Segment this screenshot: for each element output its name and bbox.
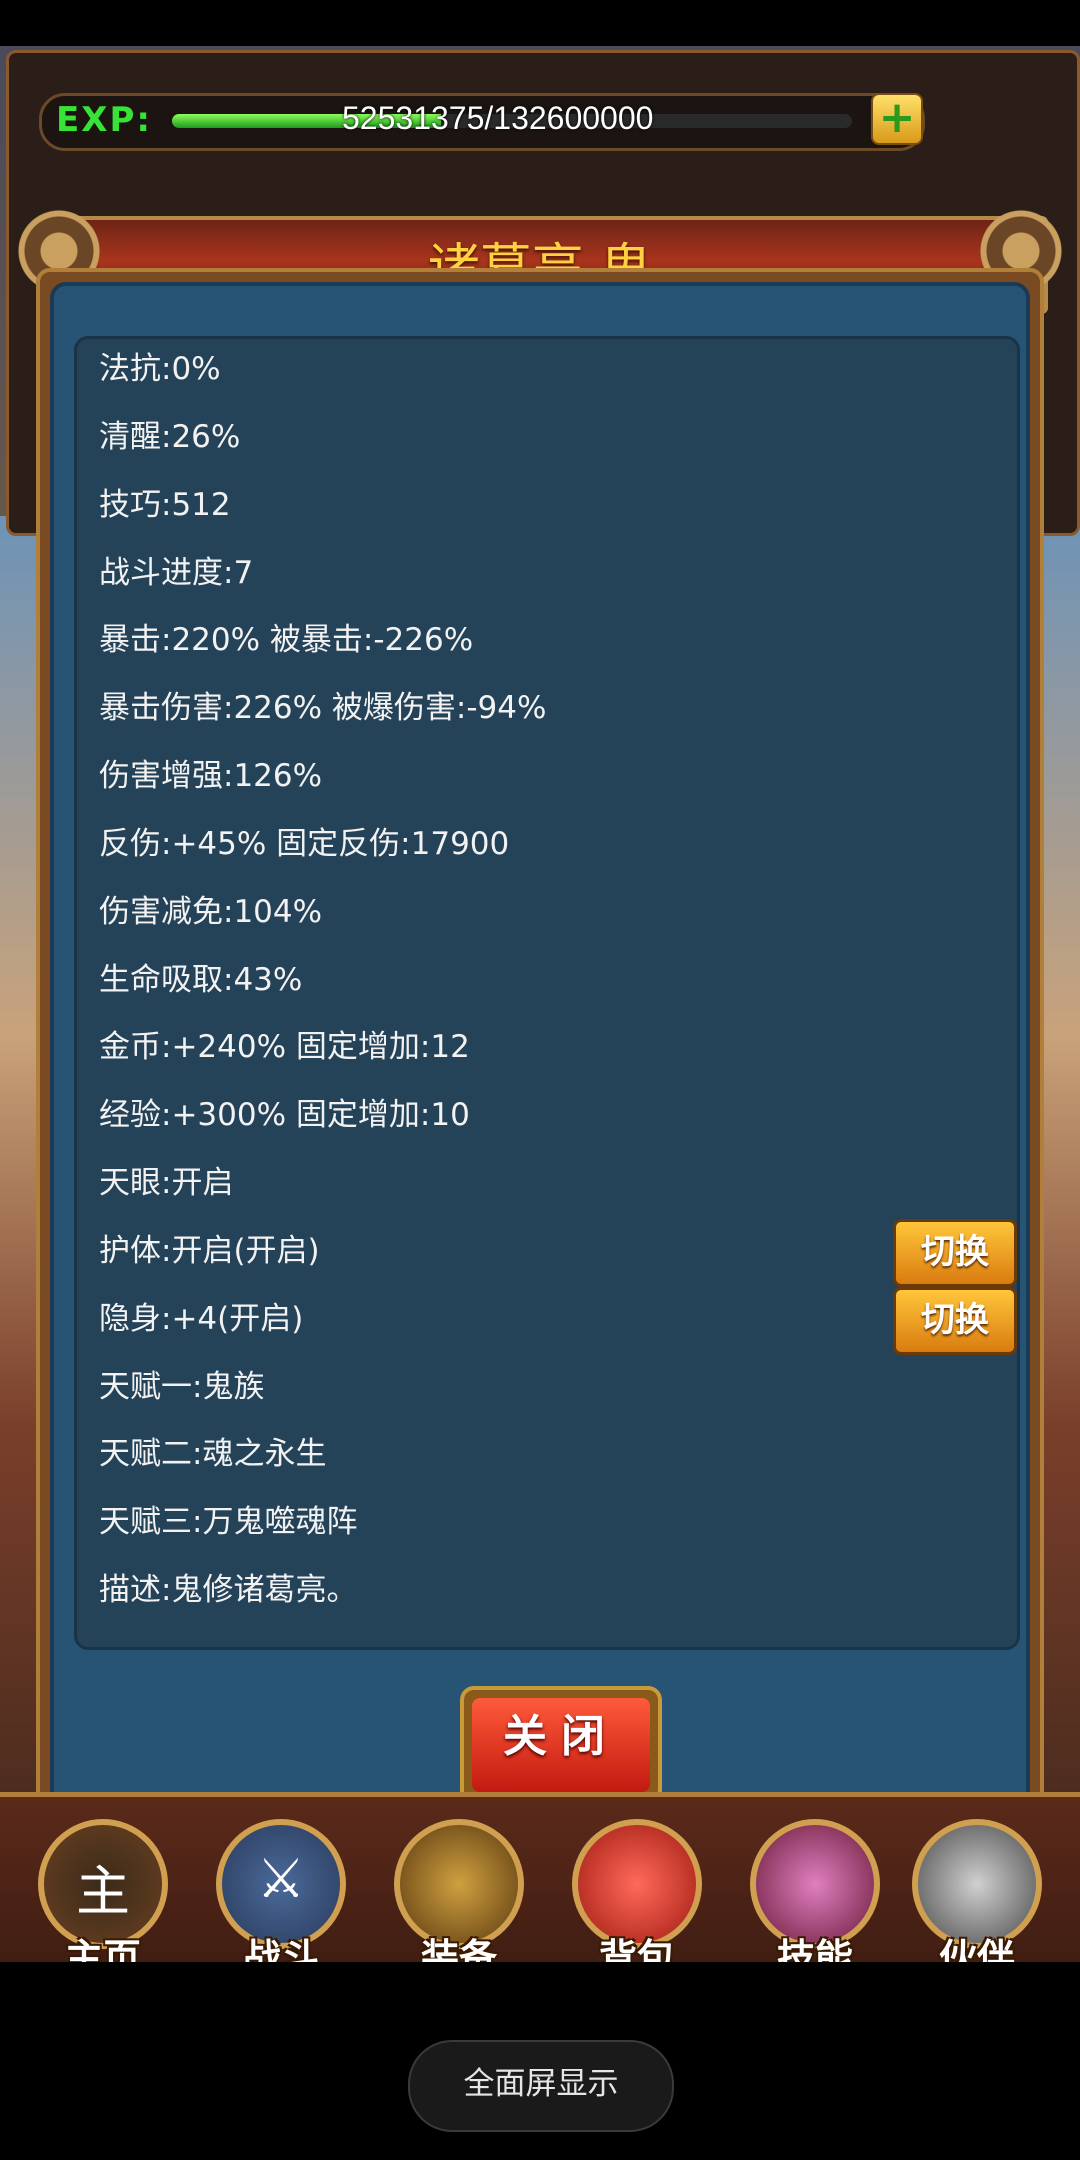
stat-row: 天眼:开启	[99, 1165, 234, 1201]
stat-row: 伤害减免:104%	[99, 894, 323, 930]
stats-panel: 法抗:0% 清醒:26% 技巧:512 战斗进度:7 暴击:220% 被暴击:-…	[74, 336, 1020, 1650]
stat-row: 天赋二:魂之永生	[99, 1436, 327, 1472]
stat-row: 技巧:512	[99, 487, 231, 523]
stat-row: 战斗进度:7	[99, 555, 254, 591]
nav-bag[interactable]: 背包	[562, 1809, 712, 1962]
stat-row: 天赋一:鬼族	[99, 1369, 265, 1405]
close-button[interactable]: 关闭	[460, 1686, 662, 1804]
close-button-label: 关闭	[472, 1698, 650, 1792]
nav-label: 战斗	[242, 1936, 319, 1962]
nav-equipment[interactable]: 装备	[384, 1809, 534, 1962]
nav-label: 背包	[598, 1936, 675, 1962]
stat-row: 经验:+300% 固定增加:10	[99, 1097, 470, 1133]
character-info-dialog: 法抗:0% 清醒:26% 技巧:512 战斗进度:7 暴击:220% 被暴击:-…	[36, 268, 1044, 1820]
stat-row: 天赋三:万鬼噬魂阵	[99, 1504, 358, 1540]
nav-partner[interactable]: 伙伴	[902, 1809, 1052, 1962]
dialog-inner: 法抗:0% 清醒:26% 技巧:512 战斗进度:7 暴击:220% 被暴击:-…	[50, 282, 1030, 1806]
stat-row: 清醒:26%	[99, 419, 241, 455]
stat-row-protection: 护体:开启(开启)	[99, 1233, 320, 1269]
stat-row: 伤害增强:126%	[99, 758, 323, 794]
stat-row: 法抗:0%	[99, 351, 221, 387]
stat-row-stealth: 隐身:+4(开启)	[99, 1301, 304, 1337]
nav-home[interactable]: 主 主页	[28, 1809, 178, 1962]
nav-skill[interactable]: 技能	[740, 1809, 890, 1962]
plus-icon[interactable]: +	[871, 93, 923, 145]
stealth-switch-button[interactable]: 切换	[893, 1287, 1017, 1355]
nav-label: 主页	[64, 1936, 141, 1962]
nav-label: 伙伴	[938, 1936, 1015, 1962]
background-scenery-left	[0, 516, 40, 1816]
nav-label: 技能	[776, 1936, 853, 1962]
stat-row: 暴击:220% 被暴击:-226%	[99, 622, 474, 658]
stat-row: 暴击伤害:226% 被爆伤害:-94%	[99, 690, 547, 726]
battle-glyph: ⚔	[256, 1847, 306, 1910]
nav-battle[interactable]: ⚔ 战斗	[206, 1809, 356, 1962]
stat-row: 生命吸取:43%	[99, 962, 303, 998]
protection-switch-button[interactable]: 切换	[893, 1219, 1017, 1287]
stat-row: 反伤:+45% 固定反伤:17900	[99, 826, 510, 862]
stat-row: 描述:鬼修诸葛亮。	[99, 1572, 358, 1608]
fullscreen-display-button[interactable]: 全面屏显示	[408, 2040, 674, 2132]
game-screen: EXP: 52531375/132600000 + 诸葛亮.鬼 法抗:0% 清醒…	[0, 46, 1080, 1962]
nav-label: 装备	[420, 1936, 497, 1962]
background-scenery-right	[1040, 516, 1080, 1816]
exp-value: 52531375/132600000	[342, 100, 654, 136]
home-glyph: 主	[76, 1860, 130, 1923]
bottom-nav: 主 主页 ⚔ 战斗 装备 背包 技能 伙伴	[0, 1792, 1080, 1962]
exp-label: EXP:	[56, 100, 152, 140]
stat-row: 金币:+240% 固定增加:12	[99, 1029, 470, 1065]
exp-bar: EXP: 52531375/132600000	[39, 93, 925, 151]
